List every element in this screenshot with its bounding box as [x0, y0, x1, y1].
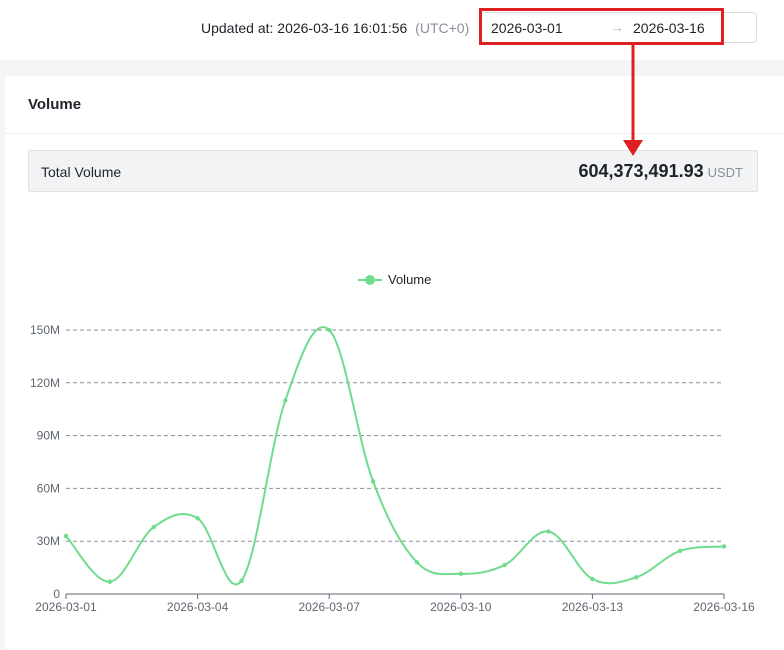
- data-point: [151, 524, 156, 530]
- y-tick-label: 60M: [37, 481, 60, 495]
- data-point: [107, 579, 113, 584]
- y-tick-label: 90M: [37, 429, 60, 443]
- data-point: [546, 529, 551, 534]
- x-tick-label: 2026-03-07: [299, 600, 361, 614]
- data-point: [195, 516, 200, 521]
- data-point: [458, 571, 463, 576]
- y-tick-label: 30M: [37, 534, 60, 548]
- annotation-arrow-head: [623, 140, 643, 156]
- x-tick-label: 2026-03-13: [562, 600, 624, 614]
- legend-marker: [365, 275, 375, 285]
- x-tick-label: 2026-03-04: [167, 600, 229, 614]
- y-tick-label: 150M: [30, 323, 60, 337]
- series-line-volume: [65, 326, 725, 586]
- data-point: [502, 562, 507, 568]
- x-tick-label: 2026-03-16: [693, 600, 755, 614]
- x-tick-label: 2026-03-10: [430, 600, 492, 614]
- volume-chart: 0 30M 60M 90M 120M 150M 2026-03-01 2026-03-04 20…: [30, 45, 755, 614]
- data-point: [634, 575, 639, 580]
- data-point: [327, 327, 332, 333]
- data-point: [370, 479, 376, 484]
- y-tick-label: 0: [53, 587, 60, 601]
- data-point: [677, 548, 683, 554]
- y-tick-label: 120M: [30, 376, 60, 390]
- data-point: [283, 398, 288, 403]
- data-point: [590, 576, 595, 582]
- x-tick-label: 2026-03-01: [35, 600, 97, 614]
- data-point: [63, 533, 69, 539]
- legend-label: Volume: [388, 272, 431, 287]
- data-point: [414, 560, 420, 565]
- data-point: [239, 578, 244, 583]
- data-point: [721, 544, 727, 549]
